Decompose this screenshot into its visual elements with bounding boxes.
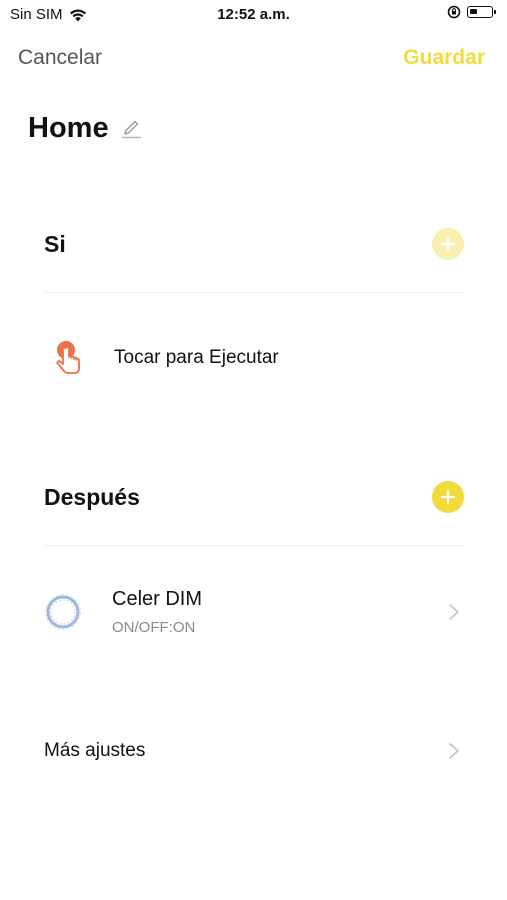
add-condition-button[interactable] bbox=[432, 228, 464, 260]
page-title: Home bbox=[28, 112, 109, 144]
status-indicators bbox=[447, 5, 496, 19]
if-section-title: Si bbox=[44, 230, 66, 257]
condition-item-tap-to-run[interactable]: Tocar para Ejecutar bbox=[50, 336, 464, 380]
action-subtitle: ON/OFF:ON bbox=[112, 619, 196, 636]
more-settings-row[interactable]: Más ajustes bbox=[44, 733, 464, 769]
scene-title-row: Home bbox=[28, 112, 143, 145]
status-time: 12:52 a.m. bbox=[217, 6, 290, 23]
pencil-edit-icon[interactable] bbox=[119, 117, 143, 141]
if-section-header: Si bbox=[44, 228, 464, 260]
tap-hand-icon bbox=[56, 341, 80, 374]
rotation-lock-icon bbox=[447, 5, 461, 19]
device-ring-icon bbox=[45, 594, 81, 630]
action-item-celer-dim[interactable]: Celer DIM ON/OFF:ON bbox=[44, 586, 464, 638]
if-section-divider bbox=[44, 292, 464, 293]
more-settings-label: Más ajustes bbox=[44, 740, 146, 761]
status-bar: Sin SIM 12:52 a.m. bbox=[0, 0, 507, 30]
add-action-button[interactable] bbox=[432, 481, 464, 513]
save-button[interactable]: Guardar bbox=[403, 46, 485, 70]
plus-circle-icon bbox=[440, 236, 456, 252]
condition-label: Tocar para Ejecutar bbox=[114, 347, 279, 368]
plus-circle-icon bbox=[440, 489, 456, 505]
battery-level bbox=[470, 9, 477, 14]
then-section-title: Después bbox=[44, 483, 140, 510]
action-title: Celer DIM bbox=[112, 588, 203, 610]
chevron-right-icon bbox=[449, 743, 459, 759]
battery-icon bbox=[467, 6, 496, 18]
chevron-right-icon bbox=[449, 604, 459, 620]
then-section-divider bbox=[44, 545, 464, 546]
action-text: Celer DIM ON/OFF:ON bbox=[112, 588, 202, 636]
then-section-header: Después bbox=[44, 481, 464, 513]
cancel-button[interactable]: Cancelar bbox=[18, 46, 102, 70]
